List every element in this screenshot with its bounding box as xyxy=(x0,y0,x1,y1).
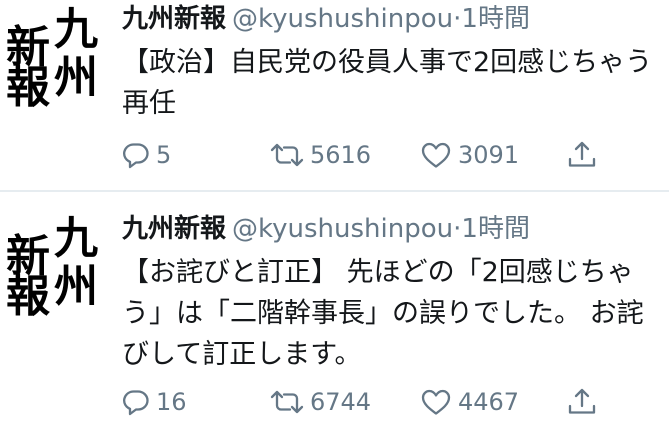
retweet-button[interactable]: 5616 xyxy=(270,138,371,172)
avatar-char: 報 xyxy=(6,62,50,113)
avatar[interactable]: 九 新 州 報 xyxy=(2,213,106,319)
tweet-actions: 5 5616 3091 xyxy=(122,138,669,172)
heart-icon xyxy=(420,141,452,169)
reply-button[interactable]: 5 xyxy=(122,138,171,172)
heart-icon xyxy=(420,388,452,416)
avatar-char: 九 xyxy=(54,213,98,264)
avatar-char: 九 xyxy=(54,4,98,55)
reply-icon xyxy=(122,141,150,169)
tweet-actions: 16 6744 4467 xyxy=(122,385,669,419)
share-button[interactable] xyxy=(567,385,597,419)
reply-button[interactable]: 16 xyxy=(122,385,187,419)
timestamp[interactable]: 1時間 xyxy=(461,214,530,244)
retweet-button[interactable]: 6744 xyxy=(270,385,371,419)
tweet-header: 九州新報 @kyushushinpou·1時間 xyxy=(122,212,530,246)
avatar-char: 州 xyxy=(54,52,98,103)
user-handle[interactable]: @kyushushinpou xyxy=(232,4,453,34)
retweet-icon xyxy=(270,388,304,416)
tweet-text: 【政治】自民党の役員人事で2回感じちゃう 再任 xyxy=(122,47,653,119)
like-count: 3091 xyxy=(458,141,520,169)
tweet-text: 【お詫びと訂正】 先ほどの「2回感じちゃ う」は「二階幹事長」の誤りでした。 お… xyxy=(122,257,644,370)
retweet-count: 5616 xyxy=(310,141,372,169)
avatar[interactable]: 九 新 州 報 xyxy=(2,4,106,110)
tweet[interactable]: 九 新 州 報 九州新報 @kyushushinpou·1時間 【政治】自民党の役… xyxy=(0,0,669,191)
share-icon xyxy=(567,387,597,417)
reply-count: 16 xyxy=(156,388,187,416)
retweet-icon xyxy=(270,141,304,169)
user-handle[interactable]: @kyushushinpou xyxy=(232,214,453,244)
reply-icon xyxy=(122,388,150,416)
tweet-header: 九州新報 @kyushushinpou·1時間 xyxy=(122,2,530,36)
display-name[interactable]: 九州新報 xyxy=(122,4,226,34)
display-name[interactable]: 九州新報 xyxy=(122,214,226,244)
share-button[interactable] xyxy=(567,138,597,172)
timestamp[interactable]: 1時間 xyxy=(461,4,530,34)
like-button[interactable]: 3091 xyxy=(420,138,519,172)
avatar-char: 報 xyxy=(6,271,50,322)
like-button[interactable]: 4467 xyxy=(420,385,519,419)
reply-count: 5 xyxy=(156,141,172,169)
retweet-count: 6744 xyxy=(310,388,372,416)
like-count: 4467 xyxy=(458,388,520,416)
share-icon xyxy=(567,140,597,170)
avatar-char: 州 xyxy=(54,261,98,312)
tweet[interactable]: 九 新 州 報 九州新報 @kyushushinpou·1時間 【お詫びと訂正】 … xyxy=(0,191,669,430)
